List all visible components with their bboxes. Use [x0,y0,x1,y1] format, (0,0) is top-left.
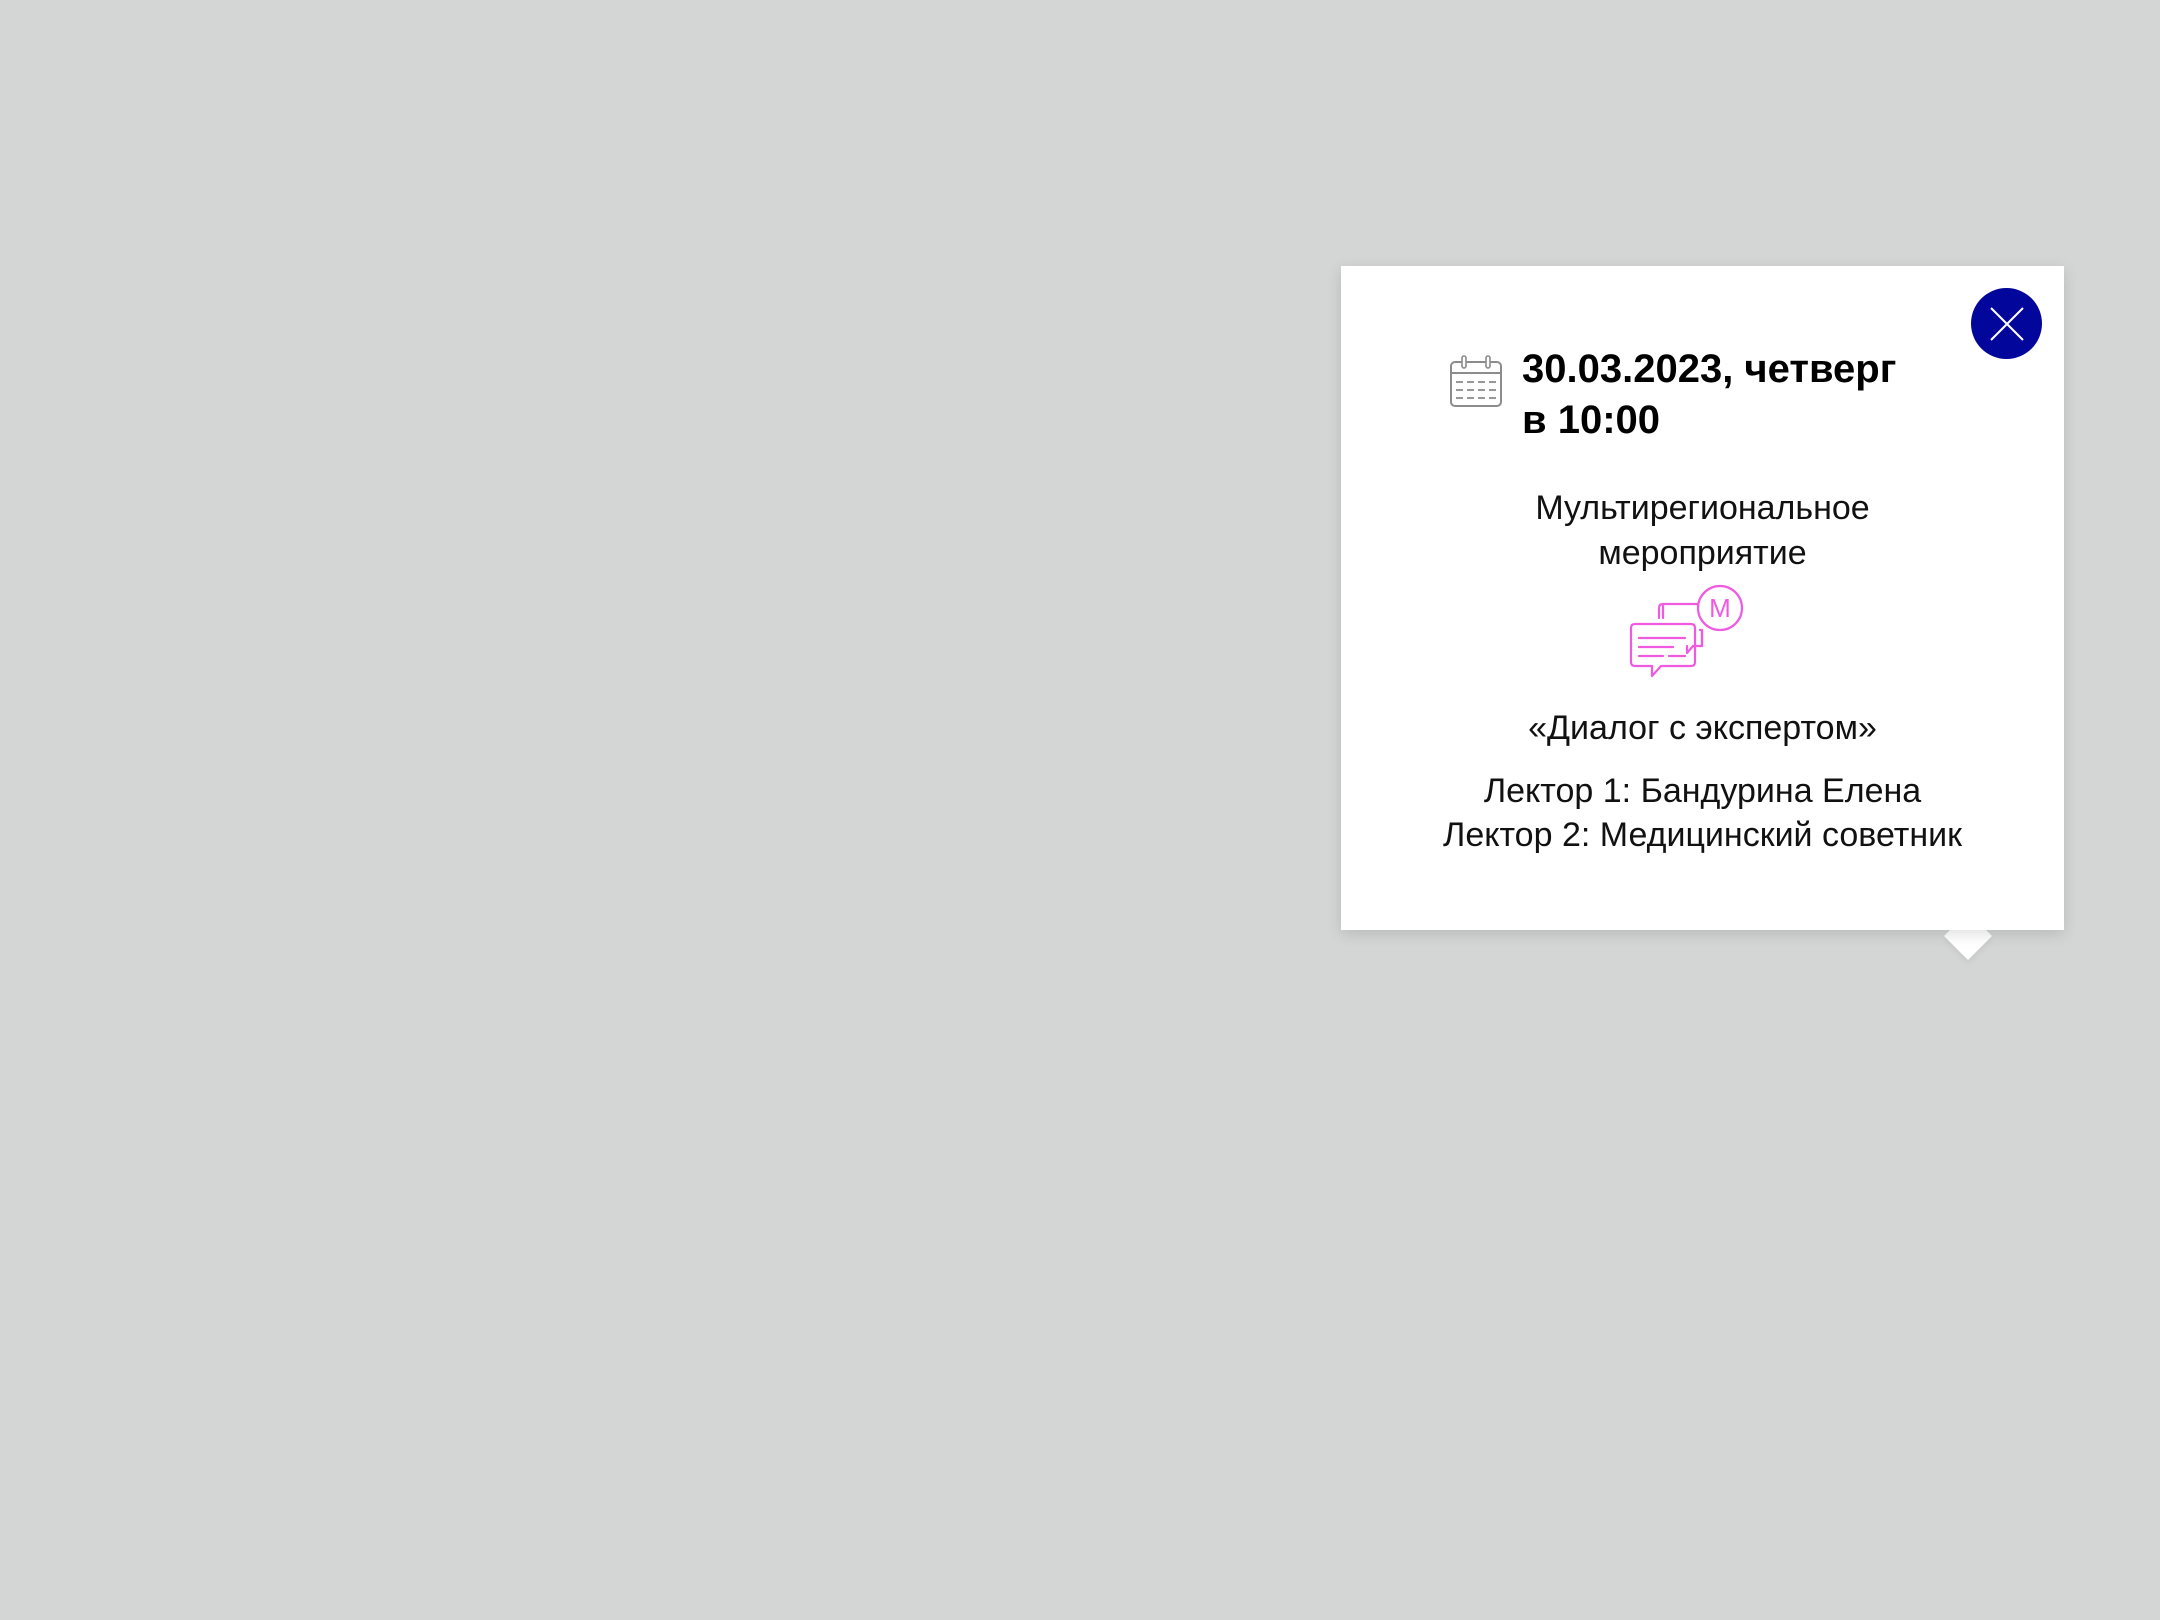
close-icon [1989,306,2024,341]
event-type: Мультирегиональное мероприятие [1341,486,2064,576]
lecturer-item: Лектор 1: Бандурина Елена [1483,772,1922,810]
event-popup: 30.03.2023, четверг в 10:00 Мультирегион… [1341,266,2064,930]
dialog-icon-letter: M [1709,593,1731,623]
lecturers-list: Лектор 1: Бандурина Елена Лектор 2: Меди… [1341,769,2064,857]
time-line: в 10:00 [1522,398,1661,442]
calendar-icon [1450,355,1502,407]
dialog-icon: M [1629,584,1744,678]
event-type-line2: мероприятие [1598,534,1807,572]
event-type-line1: Мультирегиональное [1535,489,1870,527]
date-line: 30.03.2023, четверг [1522,347,1897,391]
date-text: 30.03.2023, четверг в 10:00 [1522,344,2002,446]
lecturer-item: Лектор 2: Медицинский советник [1443,816,1962,854]
event-title: «Диалог с экспертом» [1528,709,1877,747]
event-date: 30.03.2023, четверг в 10:00 [1448,347,2002,446]
